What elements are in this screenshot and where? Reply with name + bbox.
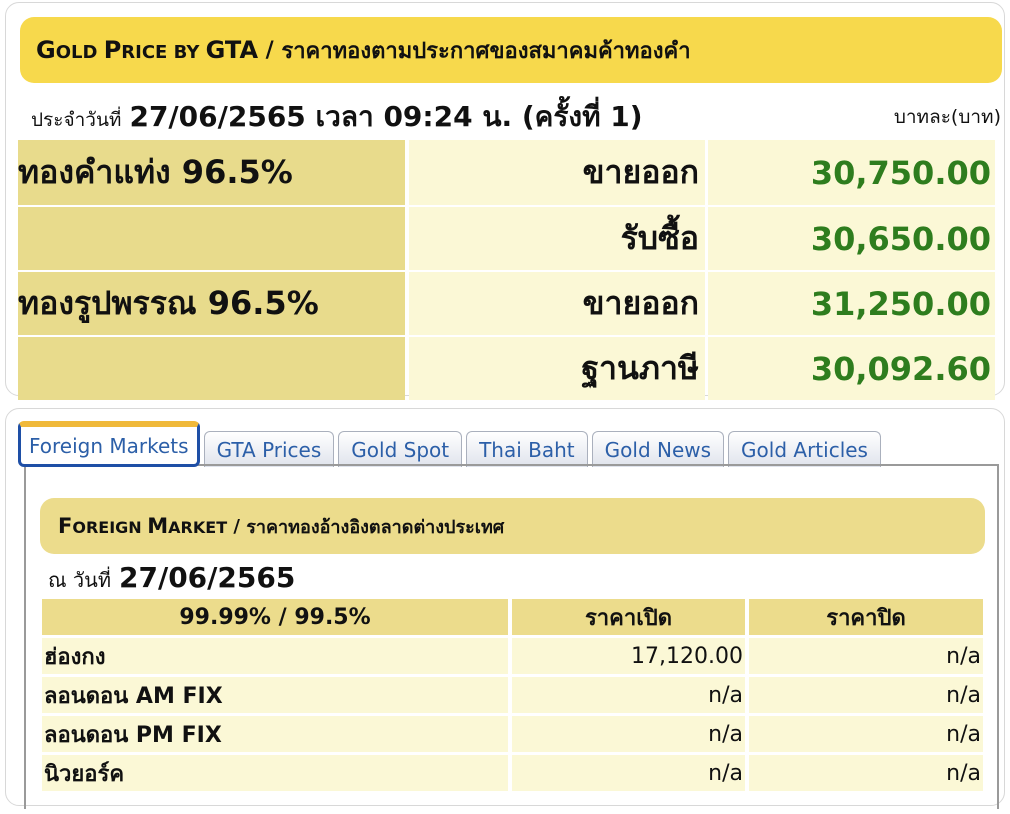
date-label: ประจำวันที่	[31, 109, 122, 131]
market-name: ลอนดอน PM FIX	[42, 716, 508, 752]
gta-title-banner: GOLD PRICE BY GTA / ราคาทองตามประกาศของส…	[20, 17, 1002, 83]
header-close-price: ราคาปิด	[749, 599, 983, 635]
date-label: ณ วันที่	[48, 568, 111, 592]
table-row: ลอนดอน AM FIX n/a n/a	[42, 677, 983, 713]
open-price: n/a	[512, 677, 745, 713]
foreign-market-title-th: ราคาทองอ้างอิงตลาดต่างประเทศ	[246, 516, 505, 538]
tab-gta-prices[interactable]: GTA Prices	[203, 431, 335, 467]
price-row: ฐานภาษี 30,092.60	[18, 335, 995, 400]
title-letter: GTA	[205, 36, 259, 64]
price-row: ทองรูปพรรณ 96.5% ขายออก 31,250.00	[18, 270, 995, 335]
title-separator: /	[227, 515, 247, 537]
title-letters: OREIGN	[72, 518, 148, 537]
foreign-market-date-row: ณ วันที่ 27/06/2565	[48, 561, 295, 596]
tab-gold-spot[interactable]: Gold Spot	[338, 431, 463, 467]
title-letters: OLD	[55, 42, 104, 63]
price-value: 30,650.00	[708, 207, 995, 270]
title-letter: G	[36, 36, 56, 64]
title-letter: F	[58, 514, 73, 538]
gold-type: ทองรูปพรรณ 96.5%	[18, 272, 405, 335]
close-price: n/a	[749, 716, 983, 752]
tab-thai-baht[interactable]: Thai Baht	[466, 431, 588, 467]
market-name: ลอนดอน AM FIX	[42, 677, 508, 713]
price-row: ทองคำแท่ง 96.5% ขายออก 30,750.00	[18, 140, 995, 205]
gold-type	[18, 207, 405, 270]
header-purity: 99.99% / 99.5%	[42, 599, 508, 635]
open-price: n/a	[512, 755, 745, 791]
date-value: 27/06/2565 เวลา 09:24 น. (ครั้งที่ 1)	[129, 100, 643, 133]
date-value: 27/06/2565	[119, 561, 296, 594]
price-value: 30,092.60	[708, 337, 995, 400]
gta-price-table: ทองคำแท่ง 96.5% ขายออก 30,750.00 รับซื้อ…	[18, 140, 995, 400]
market-name: นิวยอร์ค	[42, 755, 508, 791]
gold-type	[18, 337, 405, 400]
table-row: นิวยอร์ค n/a n/a	[42, 755, 983, 791]
title-letter: M	[147, 514, 169, 538]
foreign-market-content: FOREIGN MARKET / ราคาทองอ้างอิงตลาดต่างป…	[24, 464, 999, 809]
foreign-market-title-banner: FOREIGN MARKET / ราคาทองอ้างอิงตลาดต่างป…	[40, 498, 985, 554]
price-action: ขายออก	[409, 272, 705, 335]
title-letter: P	[103, 36, 122, 64]
price-value: 31,250.00	[708, 272, 995, 335]
close-price: n/a	[749, 755, 983, 791]
header-open-price: ราคาเปิด	[512, 599, 745, 635]
tab-bar: Foreign Markets GTA Prices Gold Spot Tha…	[18, 417, 885, 467]
table-row: ฮ่องกง 17,120.00 n/a	[42, 638, 983, 674]
unit-label: บาทละ(บาท)	[893, 106, 1001, 128]
market-name: ฮ่องกง	[42, 638, 508, 674]
foreign-market-table: 99.99% / 99.5% ราคาเปิด ราคาปิด ฮ่องกง 1…	[42, 599, 983, 791]
gta-title-th: ราคาทองตามประกาศของสมาคมค้าทองคำ	[281, 38, 691, 64]
tab-gold-articles[interactable]: Gold Articles	[728, 431, 881, 467]
gta-title-en: GOLD PRICE BY GTA	[36, 36, 258, 64]
tab-foreign-markets[interactable]: Foreign Markets	[18, 421, 200, 467]
price-value: 30,750.00	[708, 140, 995, 205]
table-row: ลอนดอน PM FIX n/a n/a	[42, 716, 983, 752]
price-action: รับซื้อ	[409, 207, 705, 270]
foreign-market-title-en: FOREIGN MARKET	[58, 514, 227, 538]
gold-type: ทองคำแท่ง 96.5%	[18, 140, 405, 205]
price-action: ขายออก	[409, 140, 705, 205]
price-action: ฐานภาษี	[409, 337, 705, 400]
gta-date-row: ประจำวันที่ 27/06/2565 เวลา 09:24 น. (คร…	[31, 97, 1001, 137]
table-header: 99.99% / 99.5% ราคาเปิด ราคาปิด	[42, 599, 983, 635]
title-letters: ARKET	[168, 518, 228, 537]
open-price: 17,120.00	[512, 638, 745, 674]
title-separator: /	[258, 37, 282, 63]
open-price: n/a	[512, 716, 745, 752]
title-letters: RICE BY	[121, 42, 206, 63]
close-price: n/a	[749, 638, 983, 674]
tab-gold-news[interactable]: Gold News	[591, 431, 725, 467]
market-tabs-panel: Foreign Markets GTA Prices Gold Spot Tha…	[5, 408, 1005, 809]
close-price: n/a	[749, 677, 983, 713]
price-row: รับซื้อ 30,650.00	[18, 205, 995, 270]
